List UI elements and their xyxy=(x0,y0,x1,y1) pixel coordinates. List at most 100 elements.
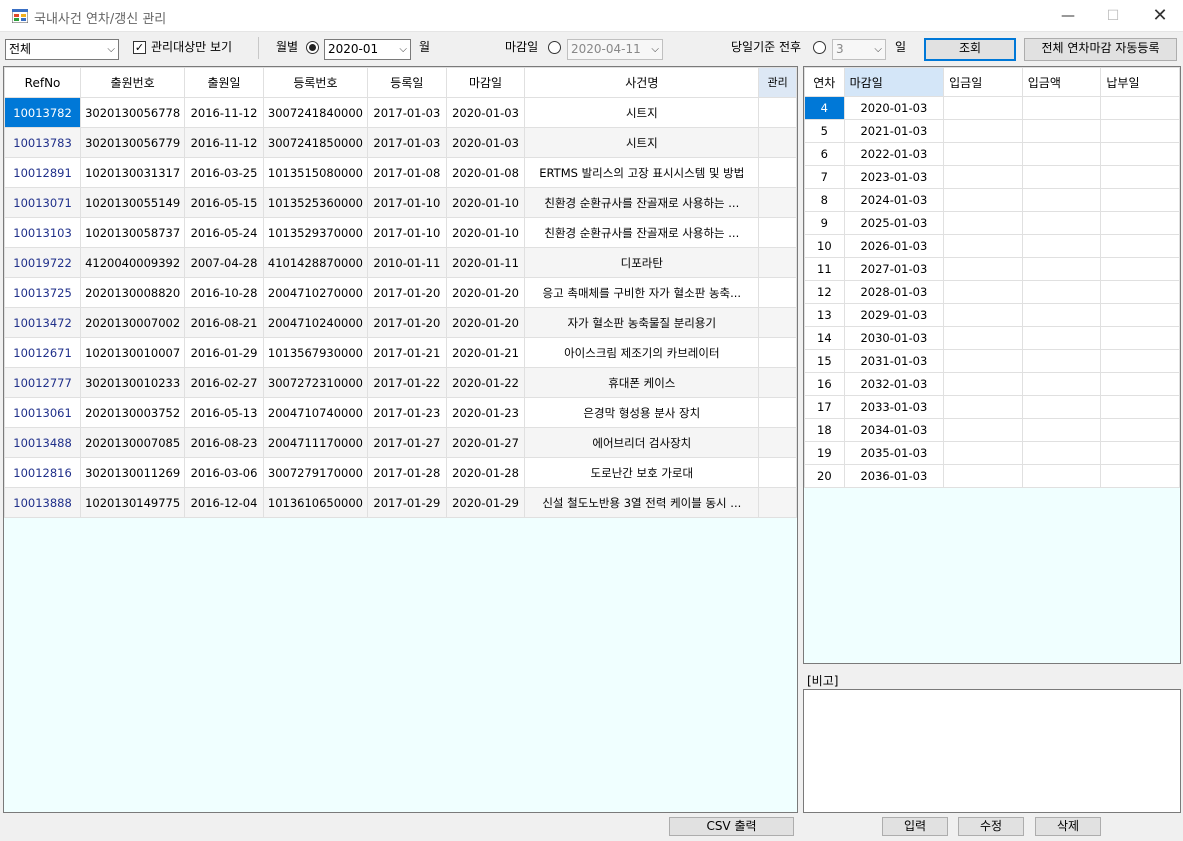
column-header[interactable]: RefNo xyxy=(4,67,82,98)
table-cell[interactable] xyxy=(943,303,1023,327)
table-cell[interactable]: 2031-01-03 xyxy=(843,349,945,373)
table-cell[interactable]: 11 xyxy=(804,257,845,281)
table-cell[interactable]: 1013567930000 xyxy=(262,337,369,368)
table-cell[interactable] xyxy=(1100,326,1180,350)
table-cell[interactable] xyxy=(1021,211,1102,235)
table-cell[interactable] xyxy=(1100,257,1180,281)
table-cell[interactable]: 2017-01-03 xyxy=(367,127,447,158)
table-cell[interactable] xyxy=(1021,280,1102,304)
table-cell[interactable] xyxy=(758,367,797,398)
deadline-radio[interactable] xyxy=(548,41,561,54)
table-cell[interactable]: 2020-01-22 xyxy=(445,367,526,398)
table-cell[interactable]: 2017-01-03 xyxy=(367,97,447,128)
table-cell[interactable] xyxy=(1021,188,1102,212)
table-cell[interactable]: 2020-01-11 xyxy=(445,247,526,278)
table-cell[interactable]: 2028-01-03 xyxy=(843,280,945,304)
table-cell[interactable]: 3020130010233 xyxy=(80,367,186,398)
table-cell[interactable]: 3007241840000 xyxy=(262,97,369,128)
table-cell[interactable]: 도로난간 보호 가로대 xyxy=(524,457,760,488)
table-cell[interactable]: 6 xyxy=(804,142,845,166)
table-cell[interactable]: 응고 촉매체를 구비한 자가 혈소판 농축... xyxy=(524,277,760,308)
deadline-date-picker[interactable]: 2020-04-11 ⌵ xyxy=(567,39,663,60)
table-cell[interactable] xyxy=(943,165,1023,189)
table-cell[interactable] xyxy=(1021,119,1102,143)
table-cell[interactable] xyxy=(1100,211,1180,235)
table-row[interactable]: 10013782 3020130056778 2016-11-12 300724184… xyxy=(4,97,797,128)
table-cell[interactable]: 2023-01-03 xyxy=(843,165,945,189)
annuity-grid[interactable]: 연차 마감일 입금일 입금액 납부일 4 2020-01-03 5 2021-01-03 6 20… xyxy=(803,66,1181,664)
column-header[interactable]: 출원번호 xyxy=(80,67,186,98)
table-cell[interactable] xyxy=(943,349,1023,373)
table-row[interactable]: 12 2028-01-03 xyxy=(804,280,1180,304)
close-button[interactable]: ✕ xyxy=(1137,0,1183,32)
table-row[interactable]: 10013061 2020130003752 2016-05-13 200471074… xyxy=(4,397,797,428)
table-cell[interactable] xyxy=(943,96,1023,120)
table-cell[interactable]: 2004710270000 xyxy=(262,277,369,308)
table-cell[interactable] xyxy=(943,372,1023,396)
table-cell[interactable] xyxy=(943,280,1023,304)
table-cell[interactable]: 2017-01-20 xyxy=(367,307,447,338)
edit-button[interactable]: 수정 xyxy=(958,817,1024,836)
table-cell[interactable]: 10013103 xyxy=(4,217,82,248)
table-cell[interactable]: 시트지 xyxy=(524,127,760,158)
table-cell[interactable]: 2022-01-03 xyxy=(843,142,945,166)
column-header[interactable]: 마감일 xyxy=(445,67,526,98)
query-button[interactable]: 조회 xyxy=(924,38,1016,61)
table-row[interactable]: 11 2027-01-03 xyxy=(804,257,1180,281)
table-cell[interactable] xyxy=(1021,441,1102,465)
table-cell[interactable]: 2024-01-03 xyxy=(843,188,945,212)
table-cell[interactable]: 1013610650000 xyxy=(262,487,369,518)
table-cell[interactable]: 13 xyxy=(804,303,845,327)
table-cell[interactable]: 2016-02-27 xyxy=(184,367,264,398)
table-cell[interactable]: 2016-12-04 xyxy=(184,487,264,518)
table-cell[interactable] xyxy=(1021,234,1102,258)
table-row[interactable]: 10 2026-01-03 xyxy=(804,234,1180,258)
table-cell[interactable]: 3020130056779 xyxy=(80,127,186,158)
table-cell[interactable]: 2036-01-03 xyxy=(843,464,945,488)
day-range-select[interactable]: 3 ⌵ xyxy=(832,39,886,60)
table-cell[interactable]: 2020-01-10 xyxy=(445,217,526,248)
column-header[interactable]: 등록일 xyxy=(367,67,447,98)
maximize-button[interactable]: ☐ xyxy=(1090,0,1136,32)
table-cell[interactable]: 2027-01-03 xyxy=(843,257,945,281)
table-cell[interactable]: 2025-01-03 xyxy=(843,211,945,235)
table-row[interactable]: 10013783 3020130056779 2016-11-12 300724185… xyxy=(4,127,797,158)
table-cell[interactable]: 3007272310000 xyxy=(262,367,369,398)
table-cell[interactable]: 2020-01-27 xyxy=(445,427,526,458)
table-cell[interactable]: 2026-01-03 xyxy=(843,234,945,258)
table-cell[interactable] xyxy=(1100,96,1180,120)
table-cell[interactable]: 2033-01-03 xyxy=(843,395,945,419)
table-cell[interactable]: 2016-10-28 xyxy=(184,277,264,308)
month-picker[interactable]: 2020-01 ⌵ xyxy=(324,39,411,60)
table-cell[interactable]: 2016-11-12 xyxy=(184,127,264,158)
table-cell[interactable]: 10013061 xyxy=(4,397,82,428)
column-header[interactable]: 입금액 xyxy=(1021,67,1102,97)
table-cell[interactable]: 3020130056778 xyxy=(80,97,186,128)
column-header[interactable]: 등록번호 xyxy=(262,67,369,98)
table-cell[interactable]: 2020-01-28 xyxy=(445,457,526,488)
day-basis-radio[interactable] xyxy=(813,41,826,54)
table-row[interactable]: 10012891 1020130031317 2016-03-25 101351508… xyxy=(4,157,797,188)
table-cell[interactable]: 디포라탄 xyxy=(524,247,760,278)
table-cell[interactable]: 10012816 xyxy=(4,457,82,488)
table-cell[interactable]: 19 xyxy=(804,441,845,465)
table-cell[interactable]: 2032-01-03 xyxy=(843,372,945,396)
table-cell[interactable]: 2016-03-25 xyxy=(184,157,264,188)
csv-export-button[interactable]: CSV 출력 xyxy=(669,817,794,836)
table-cell[interactable] xyxy=(1100,142,1180,166)
table-row[interactable]: 10012777 3020130010233 2016-02-27 300727231… xyxy=(4,367,797,398)
table-cell[interactable]: 2017-01-22 xyxy=(367,367,447,398)
table-cell[interactable] xyxy=(758,247,797,278)
column-header[interactable]: 출원일 xyxy=(184,67,264,98)
table-cell[interactable]: 8 xyxy=(804,188,845,212)
table-cell[interactable] xyxy=(943,119,1023,143)
table-row[interactable]: 7 2023-01-03 xyxy=(804,165,1180,189)
table-row[interactable]: 16 2032-01-03 xyxy=(804,372,1180,396)
table-cell[interactable]: 2004710740000 xyxy=(262,397,369,428)
table-cell[interactable]: 10012891 xyxy=(4,157,82,188)
table-cell[interactable] xyxy=(1100,280,1180,304)
table-cell[interactable]: 2017-01-10 xyxy=(367,187,447,218)
table-cell[interactable]: 2017-01-10 xyxy=(367,217,447,248)
table-row[interactable]: 10012671 1020130010007 2016-01-29 101356793… xyxy=(4,337,797,368)
table-row[interactable]: 15 2031-01-03 xyxy=(804,349,1180,373)
